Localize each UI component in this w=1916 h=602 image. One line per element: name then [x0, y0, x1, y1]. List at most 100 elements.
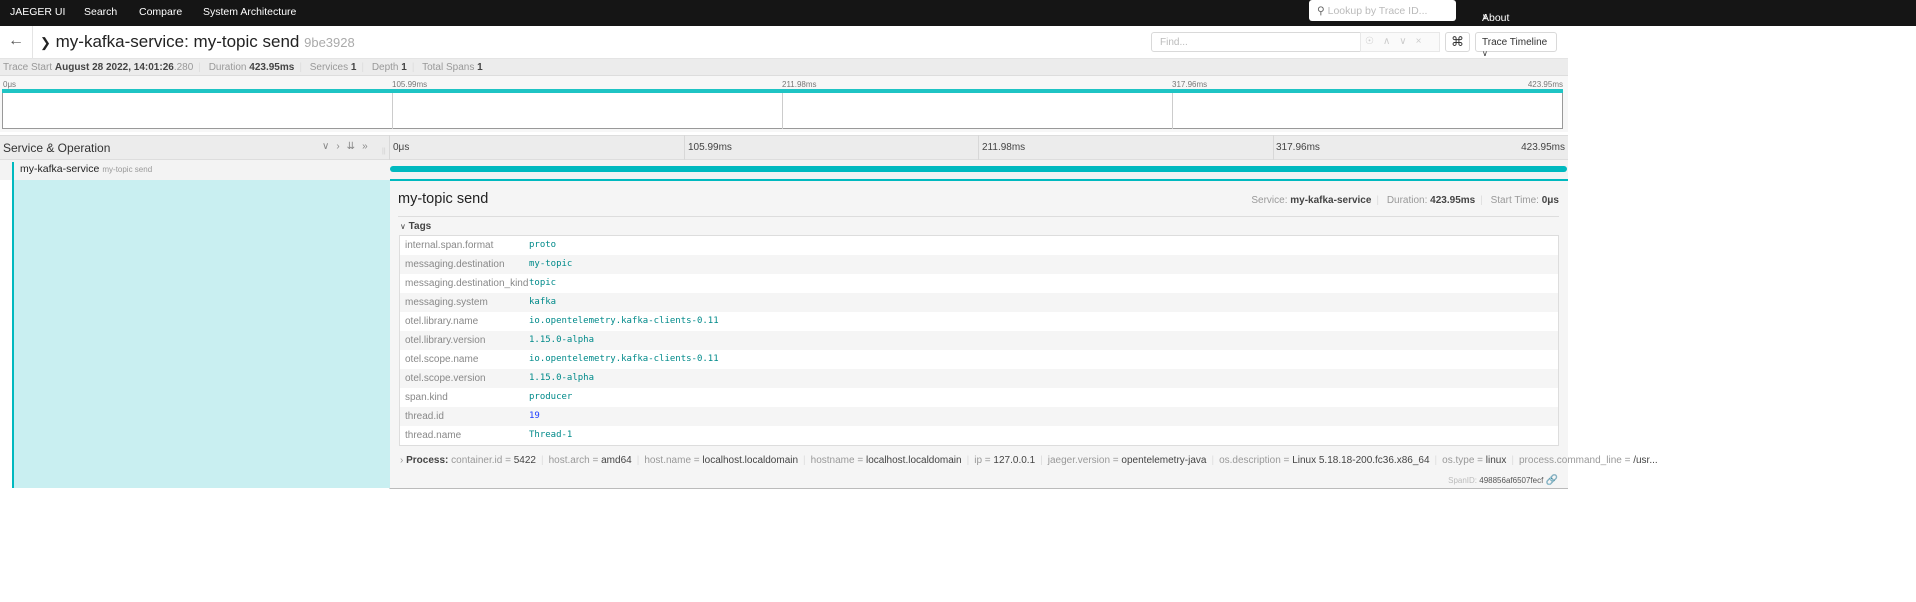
command-icon: ⌘ — [1451, 34, 1464, 49]
double-chevron-down-icon[interactable]: ⇊ — [347, 141, 362, 152]
tag-key: otel.scope.version — [405, 373, 486, 384]
trace-header: ← ❯ my-kafka-service: my-topic send 9be3… — [0, 26, 1568, 59]
trace-minimap[interactable]: 0μs 105.99ms 211.98ms 317.96ms 423.95ms — [0, 76, 1568, 132]
chevron-down-icon: ∨ — [1482, 49, 1488, 58]
trace-id: 9be3928 — [304, 35, 355, 50]
tag-value: kafka — [529, 297, 557, 307]
nav-system-architecture[interactable]: System Architecture — [203, 6, 296, 18]
tag-key: internal.span.format — [405, 240, 494, 251]
column-title: Service & Operation — [3, 141, 111, 155]
tag-row: thread.id 19 — [400, 407, 1558, 426]
nav-compare[interactable]: Compare — [139, 6, 182, 18]
timeline-tick: 317.96ms — [1276, 142, 1320, 153]
tag-row: thread.name Thread-1 — [400, 426, 1558, 445]
span-bar[interactable] — [390, 166, 1567, 172]
tag-value: my-topic — [529, 259, 573, 269]
process-attribute: | process.command_line = /usr... — [1511, 455, 1658, 466]
span-detail-left-fill — [14, 180, 390, 488]
tag-row: otel.library.version 1.15.0-alpha — [400, 331, 1558, 350]
nav-search[interactable]: Search — [84, 6, 117, 18]
tag-key: otel.library.name — [405, 316, 479, 327]
process-attribute: container.id = 5422 — [451, 455, 536, 466]
process-attribute: | host.name = localhost.localdomain — [636, 455, 799, 466]
brand-link[interactable]: JAEGER UI — [10, 6, 65, 18]
minimap-gridline — [782, 89, 783, 129]
tag-value: io.opentelemetry.kafka-clients-0.11 — [529, 354, 719, 364]
tag-key: messaging.destination_kind — [405, 278, 529, 289]
arrow-left-icon: ← — [8, 32, 24, 49]
trace-title[interactable]: ❯ my-kafka-service: my-topic send 9be392… — [40, 32, 355, 52]
chevron-down-icon[interactable]: ∨ — [1399, 36, 1415, 47]
tag-row: otel.scope.name io.opentelemetry.kafka-cl… — [400, 350, 1558, 369]
chevron-down-icon[interactable]: ∨ — [322, 141, 336, 152]
process-attribute: | os.description = Linux 5.18.18-200.fc36… — [1211, 455, 1430, 466]
process-attribute: | os.type = linux — [1434, 455, 1507, 466]
minimap-span-bar — [2, 89, 1563, 93]
tag-value: topic — [529, 278, 557, 288]
chevron-up-icon[interactable]: ∧ — [1383, 36, 1399, 47]
tag-key: messaging.destination — [405, 259, 505, 270]
minimap-tick: 105.99ms — [392, 80, 428, 89]
minimap-tick: 211.98ms — [782, 80, 817, 89]
timeline-header: Service & Operation ∨›⇊» || 0μs 105.99ms… — [0, 135, 1568, 160]
chevron-right-icon[interactable]: › — [336, 141, 346, 152]
span-detail: my-topic send Service: my-kafka-service |… — [390, 179, 1658, 489]
timeline-tick: 105.99ms — [688, 142, 732, 153]
link-icon[interactable]: 🔗 — [1546, 475, 1558, 486]
tag-key: span.kind — [405, 392, 448, 403]
span-name[interactable]: my-kafka-service my-topic send — [20, 163, 152, 175]
back-button[interactable]: ← — [0, 26, 33, 58]
view-selector[interactable]: Trace Timeline ∨ — [1475, 32, 1557, 58]
chevron-down-icon: ❯ — [40, 35, 51, 50]
tag-value: producer — [529, 392, 573, 402]
minimap-tick: 317.96ms — [1172, 80, 1208, 89]
search-icon: ⚲ — [1317, 5, 1325, 17]
column-resizer[interactable]: || — [382, 148, 386, 155]
tag-key: otel.scope.name — [405, 354, 479, 365]
tag-key: otel.library.version — [405, 335, 486, 346]
timeline-tick: 423.95ms — [1521, 142, 1565, 153]
span-row[interactable]: my-kafka-service my-topic send — [0, 160, 1568, 180]
collapse-controls: ∨›⇊» — [322, 141, 375, 152]
tags-toggle[interactable]: ∨ Tags — [400, 221, 431, 232]
span-meta: Service: my-kafka-service | Duration: 423… — [1251, 195, 1559, 206]
chevron-down-icon: ∨ — [1482, 12, 1488, 21]
minimap-tick: 0μs — [3, 80, 17, 89]
tags-table: internal.span.format proto messaging.desti… — [399, 235, 1559, 446]
tag-row: otel.scope.version 1.15.0-alpha — [400, 369, 1558, 388]
trace-summary: Trace Start August 28 2022, 14:01:26.280… — [0, 59, 1568, 76]
close-icon[interactable]: × — [1416, 36, 1431, 47]
tag-key: messaging.system — [405, 297, 488, 308]
double-chevron-right-icon[interactable]: » — [362, 141, 375, 152]
top-nav: JAEGER UI Search Compare System Architec… — [0, 0, 1916, 36]
chevron-down-icon: ∨ — [400, 222, 406, 231]
tag-key: thread.id — [405, 411, 444, 422]
minimap-gridline — [1172, 89, 1173, 129]
minimap-gridline — [392, 89, 393, 129]
tag-row: messaging.system kafka — [400, 293, 1558, 312]
process-section[interactable]: › Process: container.id = 5422 | host.arch… — [400, 455, 1658, 466]
locate-icon[interactable]: ☉ — [1365, 36, 1383, 47]
tag-value: proto — [529, 240, 557, 250]
tag-row: internal.span.format proto — [400, 236, 1558, 255]
span-title: my-topic send — [398, 191, 489, 207]
find-controls: ☉∧∨× — [1360, 32, 1440, 52]
tag-row: messaging.destination my-topic — [400, 255, 1558, 274]
tag-value: 19 — [529, 411, 540, 421]
process-attribute: | host.arch = amd64 — [540, 455, 632, 466]
timeline-tick: 211.98ms — [982, 142, 1026, 153]
process-attribute: | jaeger.version = opentelemetry-java — [1040, 455, 1207, 466]
chevron-right-icon: › — [400, 455, 404, 466]
tag-key: thread.name — [405, 430, 462, 441]
tag-row: span.kind producer — [400, 388, 1558, 407]
tag-value: io.opentelemetry.kafka-clients-0.11 — [529, 316, 719, 326]
keyboard-shortcuts-button[interactable]: ⌘ — [1445, 32, 1470, 52]
span-id: SpanID: 498856af6507fecf 🔗 — [1448, 475, 1558, 486]
tag-row: otel.library.name io.opentelemetry.kafka-… — [400, 312, 1558, 331]
tag-value: 1.15.0-alpha — [529, 373, 595, 383]
tag-row: messaging.destination_kind topic — [400, 274, 1558, 293]
find-input[interactable]: Find... — [1151, 32, 1361, 52]
timeline-tick: 0μs — [393, 142, 410, 153]
trace-id-lookup-input[interactable]: ⚲ Lookup by Trace ID... — [1309, 0, 1456, 21]
minimap-tick: 423.95ms — [1527, 80, 1563, 89]
